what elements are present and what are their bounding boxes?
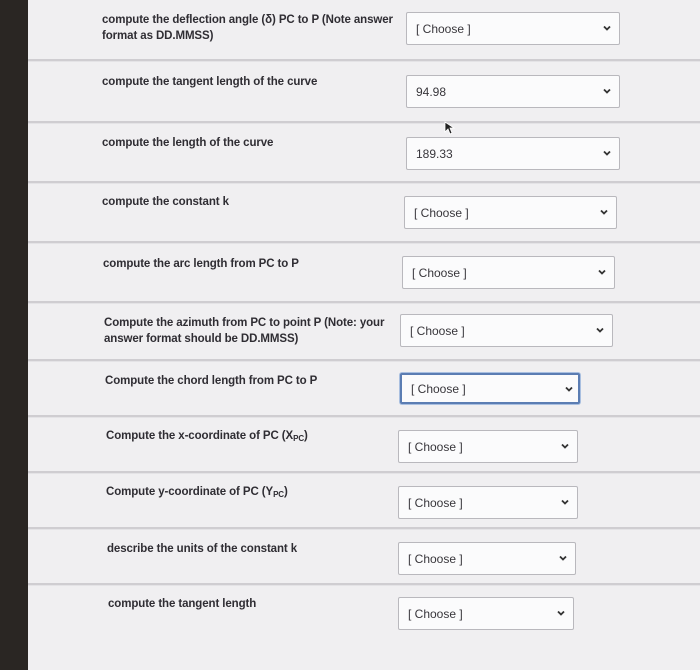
question-text: compute the length of the curve: [102, 137, 274, 149]
question-text: compute the constant k: [102, 196, 229, 208]
question-text: Compute the chord length from PC to P: [105, 375, 318, 387]
selected-value: [ Choose ]: [411, 382, 466, 396]
selected-value: [ Choose ]: [408, 607, 463, 621]
answer-select[interactable]: [ Choose ]: [404, 196, 617, 229]
answer-select[interactable]: [ Choose ]: [398, 597, 574, 630]
chevron-down-icon: [565, 386, 573, 392]
chevron-down-icon: [596, 327, 604, 333]
chevron-down-icon: [561, 499, 569, 505]
question-row: compute the tangent length of the curve …: [28, 62, 700, 124]
answer-select[interactable]: [ Choose ]: [398, 430, 578, 463]
answer-select[interactable]: [ Choose ]: [400, 373, 580, 404]
question-row: compute the length of the curve 189.33: [28, 121, 700, 184]
selected-value: [ Choose ]: [408, 496, 463, 510]
selected-value: [ Choose ]: [416, 22, 471, 36]
answer-select[interactable]: [ Choose ]: [398, 542, 576, 575]
question-row: compute the tangent length [ Choose ]: [28, 586, 700, 670]
question-row: compute the arc length from PC to P [ Ch…: [28, 244, 700, 304]
question-row: Compute the azimuth from PC to point P (…: [28, 304, 700, 362]
question-row: Compute the x-coordinate of PC (XPC) [ C…: [28, 418, 700, 474]
selected-value: 94.98: [416, 85, 447, 99]
selected-value: [ Choose ]: [408, 440, 463, 454]
question-row: compute the deflection angle (δ) PC to P…: [28, 0, 700, 62]
question-text: Compute the azimuth from PC to point P (…: [104, 317, 385, 345]
answer-select[interactable]: [ Choose ]: [398, 486, 578, 519]
chevron-down-icon: [561, 443, 569, 449]
selected-value: 189.33: [416, 147, 453, 161]
chevron-down-icon: [598, 269, 606, 275]
chevron-down-icon: [603, 150, 611, 156]
answer-select[interactable]: 189.33: [406, 137, 620, 170]
selected-value: [ Choose ]: [414, 206, 469, 220]
answer-select[interactable]: [ Choose ]: [402, 256, 615, 289]
selected-value: [ Choose ]: [412, 266, 467, 280]
chevron-down-icon: [557, 610, 565, 616]
answer-select[interactable]: 94.98: [406, 75, 620, 108]
question-text: compute the deflection angle (δ) PC to P…: [102, 14, 393, 42]
question-text: Compute y-coordinate of PC (YPC): [106, 486, 288, 499]
question-row: Compute the chord length from PC to P [ …: [28, 362, 700, 418]
answer-select[interactable]: [ Choose ]: [400, 314, 613, 347]
question-text: compute the tangent length of the curve: [102, 76, 318, 88]
question-text: describe the units of the constant k: [107, 543, 298, 555]
selected-value: [ Choose ]: [410, 324, 465, 338]
chevron-down-icon: [600, 209, 608, 215]
question-text: Compute the x-coordinate of PC (XPC): [106, 430, 308, 443]
selected-value: [ Choose ]: [408, 552, 463, 566]
question-row: Compute y-coordinate of PC (YPC) [ Choos…: [28, 474, 700, 530]
chevron-down-icon: [603, 25, 611, 31]
quiz-screen: compute the deflection angle (δ) PC to P…: [28, 0, 700, 670]
question-text: compute the tangent length: [108, 598, 257, 610]
chevron-down-icon: [603, 88, 611, 94]
chevron-down-icon: [559, 555, 567, 561]
answer-select[interactable]: [ Choose ]: [406, 12, 620, 45]
mouse-cursor-icon: [444, 121, 456, 135]
question-text: compute the arc length from PC to P: [103, 258, 299, 270]
question-row: compute the constant k [ Choose ]: [28, 184, 700, 244]
question-row: describe the units of the constant k [ C…: [28, 530, 700, 586]
